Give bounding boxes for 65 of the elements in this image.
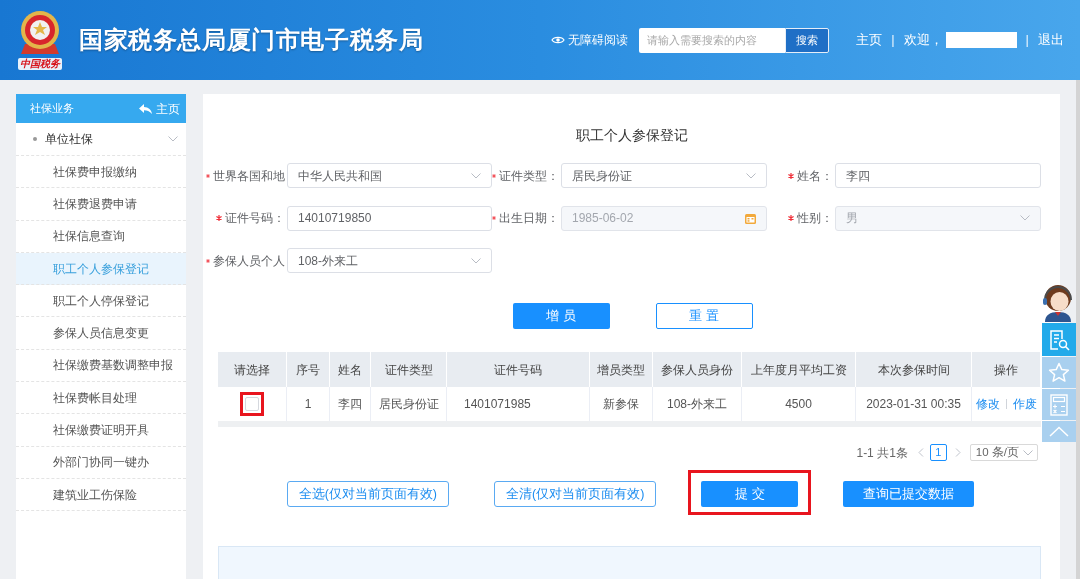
reply-arrow-icon — [139, 103, 152, 114]
chevron-down-icon — [746, 172, 756, 179]
form-title: 职工个人参保登记 — [575, 127, 688, 143]
redaction-box — [945, 32, 1017, 48]
query-button[interactable]: 查询已提交数据 — [843, 481, 975, 508]
field-label: 参保人员个人 — [213, 252, 285, 270]
column-header: 参保人员身份 — [653, 352, 742, 387]
document-search-icon — [1048, 328, 1070, 351]
field-label: 姓名： — [797, 167, 833, 185]
select-field[interactable]: 中华人民共和国 — [287, 163, 492, 188]
page-button[interactable]: 1 — [929, 444, 947, 461]
field-label: 世界各国和地 — [213, 167, 285, 185]
field-label: 性别： — [797, 210, 833, 227]
reset-button[interactable]: 重置 — [655, 303, 753, 329]
welcome-text: 欢迎， — [903, 31, 943, 50]
chevron-down-icon — [471, 172, 481, 179]
chevron-up-icon — [1049, 426, 1069, 437]
toolbar-button[interactable] — [1042, 357, 1076, 388]
search-button[interactable]: 搜索 — [785, 27, 830, 53]
column-header: 增员类型 — [590, 352, 653, 387]
toolbar-button[interactable] — [1042, 421, 1076, 442]
emblem-icon — [19, 10, 61, 56]
add-member-button[interactable]: 增员 — [512, 303, 610, 329]
column-header: 证件号码 — [447, 352, 590, 387]
input-field[interactable]: 14010719850 — [287, 205, 492, 231]
chevron-down-icon — [1020, 215, 1030, 221]
logo-text: 中国税务 — [18, 58, 62, 70]
column-header: 上年度月平均工资 — [742, 352, 856, 387]
action-link[interactable]: 作废 — [1013, 395, 1037, 413]
table-scrollbar[interactable] — [218, 421, 1041, 427]
chevron-left-icon[interactable] — [917, 448, 924, 457]
checkbox[interactable] — [245, 397, 259, 411]
pagination-summary: 1-1 共1条 — [856, 444, 908, 462]
calendar-icon — [745, 212, 756, 224]
search-field[interactable]: 请输入需要搜索的内容 — [639, 27, 786, 53]
column-header: 操作 — [972, 352, 1041, 387]
sidebar-title: 社保业务 — [30, 101, 74, 117]
eye-icon — [551, 35, 566, 45]
bullet-icon — [33, 137, 37, 141]
toolbar-button[interactable] — [1042, 389, 1076, 420]
calculator-icon — [1050, 393, 1068, 416]
select-all-button[interactable]: 全选(仅对当前页面有效) — [286, 481, 449, 508]
column-header: 序号 — [287, 352, 330, 387]
column-header: 证件类型 — [371, 352, 447, 387]
field-label: 证件类型： — [499, 167, 559, 185]
chevron-down-icon — [471, 257, 481, 264]
site-title: 国家税务总局厦门市电子税务局 — [79, 25, 424, 55]
clear-all-button[interactable]: 全清(仅对当前页面有效) — [494, 481, 657, 508]
field-label: 证件号码： — [225, 210, 285, 227]
star-icon — [1048, 362, 1070, 383]
chevron-down-icon — [1023, 449, 1033, 456]
action-link[interactable]: 修改 — [976, 395, 1000, 413]
select-field[interactable]: 居民身份证 — [561, 163, 767, 188]
input-field[interactable]: 李四 — [835, 163, 1041, 188]
column-header: 本次参保时间 — [856, 352, 972, 387]
accessibility-link[interactable]: 无障碍阅读 — [551, 31, 629, 49]
submit-button[interactable]: 提 交 — [701, 481, 799, 508]
page-size-select[interactable]: 10 条/页 — [969, 444, 1038, 461]
nav-separator: | — [890, 31, 896, 50]
select-field[interactable]: 108-外来工 — [287, 248, 492, 273]
field-label: 出生日期： — [499, 210, 559, 227]
nav-separator: | — [1024, 31, 1030, 50]
column-header: 姓名 — [330, 352, 371, 387]
chevron-right-icon[interactable] — [954, 448, 961, 457]
column-header: 请选择 — [218, 352, 287, 387]
